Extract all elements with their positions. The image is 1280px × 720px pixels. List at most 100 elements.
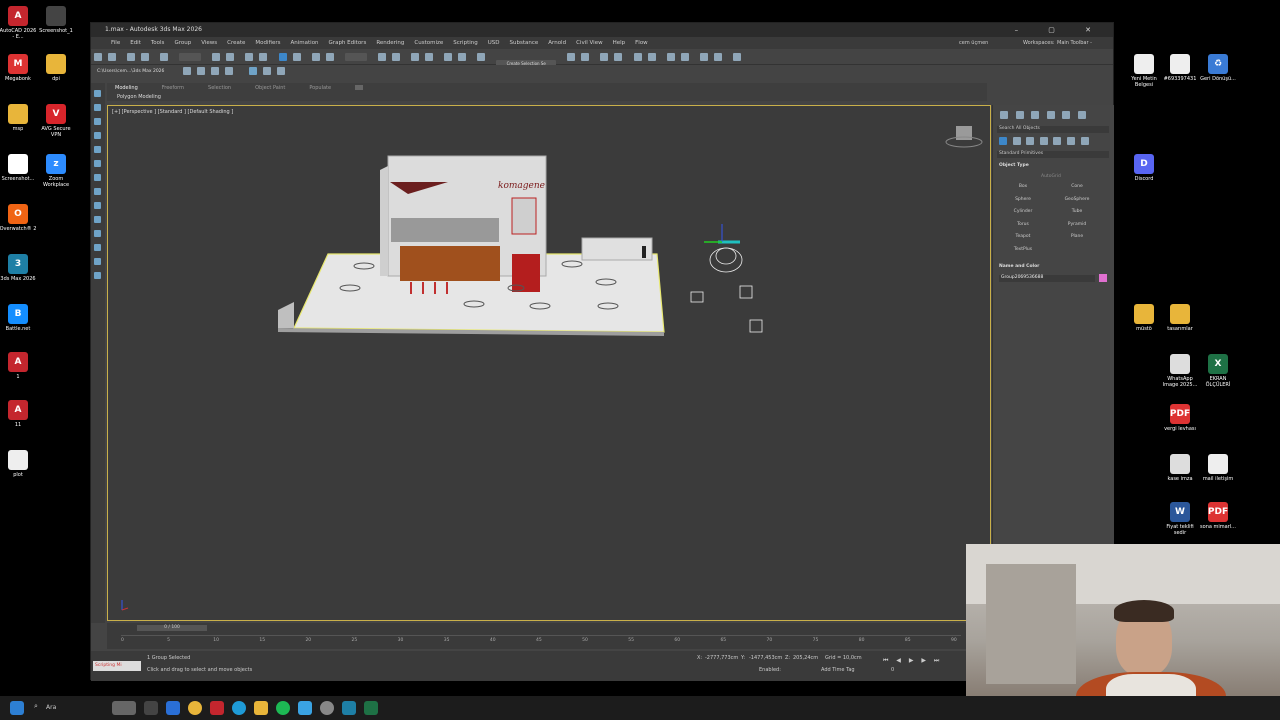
selection-filter-dropdown[interactable]	[179, 53, 202, 61]
project-path[interactable]: C:\Users\cem...\3ds Max 2026	[97, 69, 164, 74]
desktop-icon[interactable]: W Fiyat teklifi sedir	[1160, 502, 1200, 536]
3dsmax-taskbar-icon[interactable]	[342, 701, 356, 715]
desktop-icon[interactable]: Yeni Metin Belgesi	[1124, 54, 1164, 88]
primitive-sphere-button[interactable]: Sphere	[999, 196, 1047, 204]
wireframe-chairs[interactable]	[690, 247, 763, 333]
render-setup-icon[interactable]	[699, 53, 708, 61]
bind-spacewarp-icon[interactable]	[160, 53, 169, 61]
excel-icon[interactable]	[364, 701, 378, 715]
ribbon-toggle-icon[interactable]	[355, 85, 363, 90]
desktop-icon[interactable]: müstö	[1124, 304, 1164, 332]
mirror-icon[interactable]	[567, 53, 576, 61]
angle-snap-icon[interactable]	[444, 53, 453, 61]
camera-side-icon[interactable]	[94, 230, 101, 237]
category-dropdown[interactable]: Standard Primitives	[997, 151, 1109, 158]
desktop-icon[interactable]: z Zoom Workplace	[36, 154, 76, 188]
menu-civil-view[interactable]: Civil View	[576, 40, 602, 46]
menu-views[interactable]: Views	[201, 40, 217, 46]
menu-tools[interactable]: Tools	[151, 40, 165, 46]
create-icon[interactable]	[94, 90, 101, 97]
current-frame[interactable]: 0	[891, 667, 894, 673]
desktop-icon[interactable]: plot	[0, 450, 38, 478]
reference-coord-dropdown[interactable]	[344, 53, 367, 61]
toolbar-icon-a[interactable]	[183, 67, 191, 75]
desktop-icon[interactable]: Screenshot_1	[36, 6, 76, 34]
menu-animation[interactable]: Animation	[291, 40, 319, 46]
browser-icon[interactable]	[232, 701, 246, 715]
helpers-icon[interactable]	[1053, 137, 1062, 145]
snaps-toggle-icon[interactable]	[424, 53, 433, 61]
percent-snap-icon[interactable]	[458, 53, 467, 61]
pivot-icon[interactable]	[377, 53, 386, 61]
desktop-icon[interactable]: WhatsApp Image 2025...	[1160, 354, 1200, 388]
hierarchy-icon[interactable]	[94, 118, 101, 125]
render-icon[interactable]	[732, 53, 741, 61]
layers-side-icon[interactable]	[94, 188, 101, 195]
taskbar-search-input[interactable]: Ara	[46, 704, 56, 711]
shapes-icon[interactable]	[1012, 137, 1021, 145]
material-side-icon[interactable]	[94, 202, 101, 209]
systems-side-icon[interactable]	[94, 272, 101, 279]
select-by-name-icon[interactable]	[226, 53, 235, 61]
primitive-cone-button[interactable]: Cone	[1053, 183, 1101, 191]
z-coordinate[interactable]: 205,24cm	[793, 655, 818, 661]
curve-editor-icon[interactable]	[647, 53, 656, 61]
ribbon-subtab-polygon-modeling[interactable]: Polygon Modeling	[117, 94, 161, 100]
menu-scripting[interactable]: Scripting	[453, 40, 477, 46]
hierarchy-tab-icon[interactable]	[1031, 111, 1040, 119]
spacewarps-icon[interactable]	[1066, 137, 1075, 145]
desktop-icon[interactable]: M Megabonk	[0, 54, 38, 82]
ribbon-tab-object-paint[interactable]: Object Paint	[255, 85, 285, 91]
edge-icon[interactable]	[166, 701, 180, 715]
primitive-tube-button[interactable]: Tube	[1053, 208, 1101, 216]
motion-tab-icon[interactable]	[1046, 111, 1055, 119]
desktop-icon[interactable]: #693397431	[1160, 54, 1200, 82]
object-search-input[interactable]: Search All Objects	[997, 126, 1109, 133]
desktop-icon[interactable]: ♻ Geri Dönüşü...	[1198, 54, 1238, 82]
link-icon[interactable]	[127, 53, 136, 61]
primitive-textplus-button[interactable]: TextPlus	[999, 246, 1047, 254]
light-side-icon[interactable]	[94, 216, 101, 223]
timeline-ruler[interactable]: 0 5 10 15 20 25 30 35 40 45 50 55 60 65 70 75 80 85 90	[121, 635, 961, 647]
menu-modifiers[interactable]: Modifiers	[255, 40, 280, 46]
helper-side-icon[interactable]	[94, 244, 101, 251]
toolbar-icon-b[interactable]	[197, 67, 205, 75]
menu-usd[interactable]: USD	[488, 40, 500, 46]
modify-icon[interactable]	[94, 104, 101, 111]
ribbon-tab-populate[interactable]: Populate	[309, 85, 331, 91]
taskbar-search-icon[interactable]: ⌕	[34, 702, 38, 711]
utilities-tab-icon[interactable]	[1077, 111, 1086, 119]
create-tab-icon[interactable]	[1000, 111, 1008, 119]
systems-icon[interactable]	[1080, 137, 1089, 145]
scene-canvas[interactable]: komagene	[108, 106, 992, 622]
desktop-icon[interactable]: D Discord	[1124, 154, 1164, 182]
desktop-icon[interactable]: tasarımlar	[1160, 304, 1200, 332]
menu-graph-editors[interactable]: Graph Editors	[329, 40, 367, 46]
desktop-icon[interactable]: mail iletişim	[1198, 454, 1238, 482]
toolbar-icon-f[interactable]	[263, 67, 271, 75]
menu-help[interactable]: Help	[613, 40, 626, 46]
desktop-icon[interactable]: Screenshot...	[0, 154, 38, 182]
perspective-viewport[interactable]: [+] [Perspective ] [Standard ] [Default …	[107, 105, 991, 621]
primitive-geosphere-button[interactable]: GeoSphere	[1053, 196, 1101, 204]
desktop-icon[interactable]: PDF vergi levhası	[1160, 404, 1200, 432]
object-name-field[interactable]: Group2069536688	[999, 275, 1095, 282]
schematic-view-icon[interactable]	[666, 53, 675, 61]
y-coordinate[interactable]: -1477,453cm	[749, 655, 782, 661]
playback-controls[interactable]: ⏮ ◀ ▶ ▶ ⏭	[883, 657, 942, 665]
toolbar-icon-c[interactable]	[211, 67, 219, 75]
geometry-icon[interactable]	[999, 137, 1007, 145]
desktop-icon[interactable]: O Overwatch® 2	[0, 204, 38, 232]
spotify-icon[interactable]	[276, 701, 290, 715]
app-icon-settings[interactable]	[320, 701, 334, 715]
rendered-frame-icon[interactable]	[713, 53, 722, 61]
display-icon[interactable]	[94, 146, 101, 153]
material-editor-icon[interactable]	[680, 53, 689, 61]
ribbon-tab-freeform[interactable]: Freeform	[162, 85, 184, 91]
layer-explorer-icon[interactable]	[614, 53, 623, 61]
scene-explorer-side-icon[interactable]	[94, 174, 101, 181]
task-view-icon[interactable]	[144, 701, 158, 715]
chrome-icon[interactable]	[188, 701, 202, 715]
primitive-teapot-button[interactable]: Teapot	[999, 233, 1047, 241]
menu-arnold[interactable]: Arnold	[548, 40, 566, 46]
